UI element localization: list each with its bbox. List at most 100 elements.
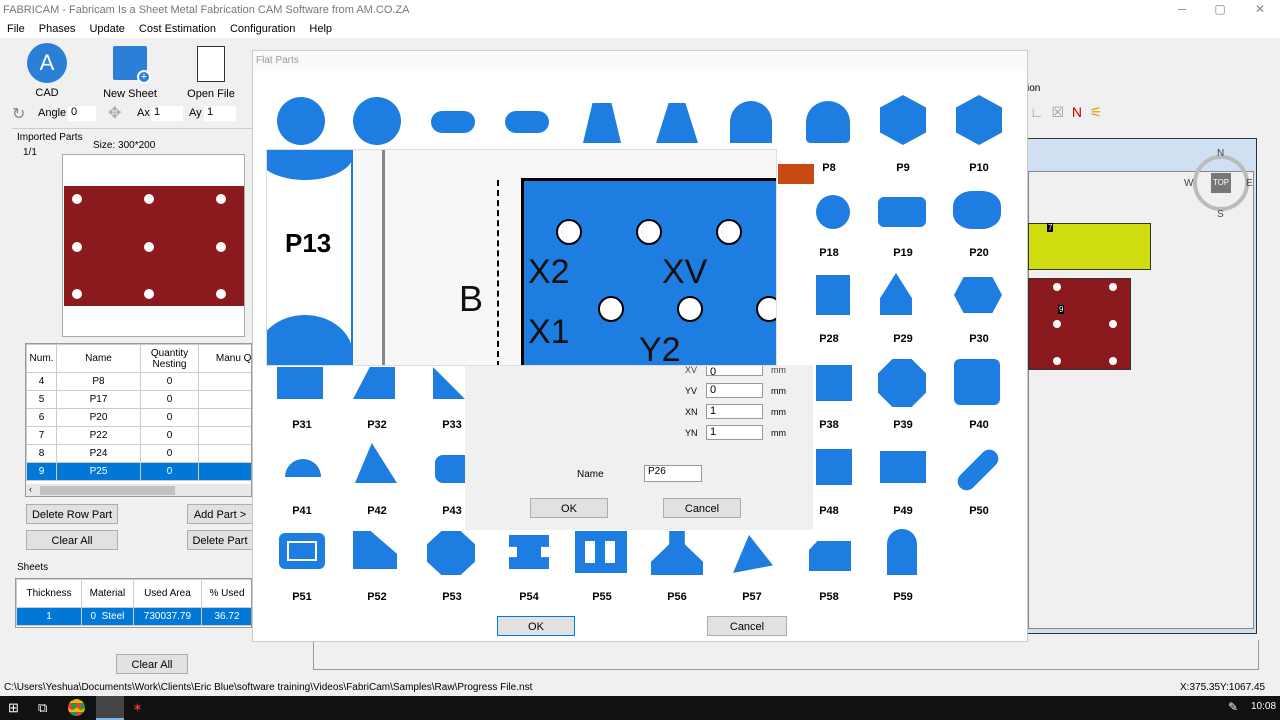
col-manu-qty[interactable]: Manu Quan — [198, 344, 251, 373]
part-label-p56[interactable]: P56 — [662, 591, 692, 603]
name-input[interactable]: P26 — [644, 465, 702, 482]
cell-qty[interactable]: 0 — [140, 390, 199, 409]
ax-input[interactable]: 1 — [151, 106, 183, 121]
corner-icon[interactable]: ∟ — [1030, 104, 1044, 120]
part-label-p58[interactable]: P58 — [814, 591, 844, 603]
part-label-p50[interactable]: P50 — [964, 505, 994, 517]
scroll-left-icon[interactable]: ‹ — [29, 484, 32, 494]
task-view-icon[interactable]: ⧉ — [38, 700, 47, 716]
menu-help[interactable]: Help — [302, 20, 339, 35]
table-row[interactable]: 6 P20 0 — [26, 408, 251, 427]
menu-configuration[interactable]: Configuration — [223, 20, 302, 35]
yn-input[interactable]: 1 — [706, 425, 763, 440]
part-shape-p30[interactable] — [954, 277, 1002, 313]
cell-qty[interactable]: 0 — [140, 462, 199, 481]
part-shape-p42[interactable] — [355, 443, 397, 483]
part-label-p52[interactable]: P52 — [362, 591, 392, 603]
part-label-p41[interactable]: P41 — [287, 505, 317, 517]
param-cancel-button[interactable]: Cancel — [663, 498, 741, 518]
part-shape-p59[interactable] — [887, 529, 917, 575]
part-label-p49[interactable]: P49 — [888, 505, 918, 517]
table-row[interactable]: 4 P8 0 — [26, 372, 251, 391]
col-used-pct[interactable]: % Used — [201, 579, 251, 608]
new-sheet-button[interactable]: + New Sheet — [100, 46, 160, 100]
part-shape-p50[interactable] — [953, 445, 1003, 495]
nesting-canvas[interactable]: 7 9 TOP N S W E — [1027, 138, 1257, 634]
part-shape-arch-hole[interactable] — [806, 101, 850, 143]
part-shape-p33[interactable] — [433, 367, 465, 399]
table-row-selected[interactable]: 9 P25 0 — [26, 462, 251, 481]
part-shape-p54[interactable] — [509, 535, 549, 569]
table-row[interactable]: 5 P17 0 — [26, 390, 251, 409]
part-shape-p32[interactable] — [353, 367, 395, 399]
part-label-p19[interactable]: P19 — [888, 247, 918, 259]
part-label-p51[interactable]: P51 — [287, 591, 317, 603]
part-shape-p51[interactable] — [279, 533, 325, 569]
rotate-icon[interactable]: ↻ — [12, 104, 25, 124]
part-label-p31[interactable]: P31 — [287, 419, 317, 431]
part-shape-p39[interactable] — [878, 359, 926, 407]
nest-icon[interactable]: N — [1072, 104, 1082, 120]
part-label-p57[interactable]: P57 — [737, 591, 767, 603]
col-used-area[interactable]: Used Area — [132, 579, 203, 608]
cad-button[interactable]: A CAD — [22, 43, 72, 99]
part-shape-slot[interactable] — [431, 111, 475, 133]
yv-input[interactable]: 0 — [706, 383, 763, 398]
part-shape-p53[interactable] — [427, 531, 475, 575]
part-shape-p41[interactable] — [285, 459, 321, 477]
part-shape-p40[interactable] — [954, 359, 1000, 405]
part-shape-p28[interactable] — [816, 275, 850, 315]
menu-file[interactable]: File — [0, 20, 32, 35]
cross-box-icon[interactable]: ☒ — [1052, 104, 1065, 120]
menu-update[interactable]: Update — [82, 20, 131, 35]
cell-qty[interactable]: 0 — [140, 444, 199, 463]
part-shape-p49[interactable] — [880, 451, 926, 483]
cell-qty[interactable]: 0 — [140, 408, 199, 427]
part-label-p10[interactable]: P10 — [964, 162, 994, 174]
part-shape-p38[interactable] — [816, 365, 852, 401]
part-label-p8[interactable]: P8 — [814, 162, 844, 174]
part-label-p59[interactable]: P59 — [888, 591, 918, 603]
part-shape-p29[interactable] — [880, 273, 912, 315]
add-part-button[interactable]: Add Part > — [187, 504, 253, 524]
param-ok-button[interactable]: OK — [530, 498, 608, 518]
part-label-p30[interactable]: P30 — [964, 333, 994, 345]
minimize-button[interactable]: ─ — [1162, 0, 1202, 20]
windows-start-icon[interactable]: ⊞ — [8, 700, 19, 716]
cell-qty[interactable]: 0 — [140, 426, 199, 445]
part-shape-p57[interactable] — [733, 535, 773, 573]
part-label-p55[interactable]: P55 — [587, 591, 617, 603]
col-name[interactable]: Name — [56, 344, 141, 373]
part-label-p53[interactable]: P53 — [437, 591, 467, 603]
flat-parts-cancel-button[interactable]: Cancel — [707, 616, 787, 636]
table-row[interactable]: 8 P24 0 — [26, 444, 251, 463]
menu-phases[interactable]: Phases — [32, 20, 83, 35]
part-shape-slot-hole[interactable] — [505, 111, 549, 133]
delete-row-part-button[interactable]: Delete Row Part — [26, 504, 118, 524]
table-row[interactable]: 7 P22 0 — [26, 426, 251, 445]
part-label-p48[interactable]: P48 — [814, 505, 844, 517]
part-label-p38[interactable]: P38 — [814, 419, 844, 431]
part-shape-p31[interactable] — [277, 367, 323, 399]
xn-input[interactable]: 1 — [706, 404, 763, 419]
part-shape-circle-pattern[interactable] — [353, 97, 401, 145]
part-shape-trapezoid[interactable] — [583, 103, 621, 143]
clear-all-button[interactable]: Clear All — [26, 530, 118, 550]
col-num[interactable]: Num. — [26, 344, 57, 373]
part-label-p54[interactable]: P54 — [514, 591, 544, 603]
fabricam-taskbar-icon[interactable] — [96, 696, 124, 720]
col-qty-nesting[interactable]: Quantity Nesting — [140, 344, 199, 373]
part-label-p39[interactable]: P39 — [888, 419, 918, 431]
nested-part-red[interactable]: 9 — [1028, 278, 1131, 370]
table-row-selected[interactable]: 10 Steel 730037.79 36.72 — [16, 607, 251, 626]
close-button[interactable]: ✕ — [1240, 0, 1280, 20]
pen-icon[interactable]: ✎ — [1228, 700, 1238, 714]
view-cube-compass[interactable]: TOP — [1193, 155, 1249, 211]
part-shape-hexagon-hole[interactable] — [956, 95, 1002, 145]
sheets-clear-all-button[interactable]: Clear All — [116, 654, 188, 674]
part-shape-p58[interactable] — [809, 541, 851, 571]
part-label-p33[interactable]: P33 — [437, 419, 467, 431]
measure-icon[interactable]: ⚟ — [1090, 104, 1103, 120]
move-icon[interactable]: ✥ — [108, 103, 121, 123]
ay-input[interactable]: 1 — [204, 106, 236, 121]
